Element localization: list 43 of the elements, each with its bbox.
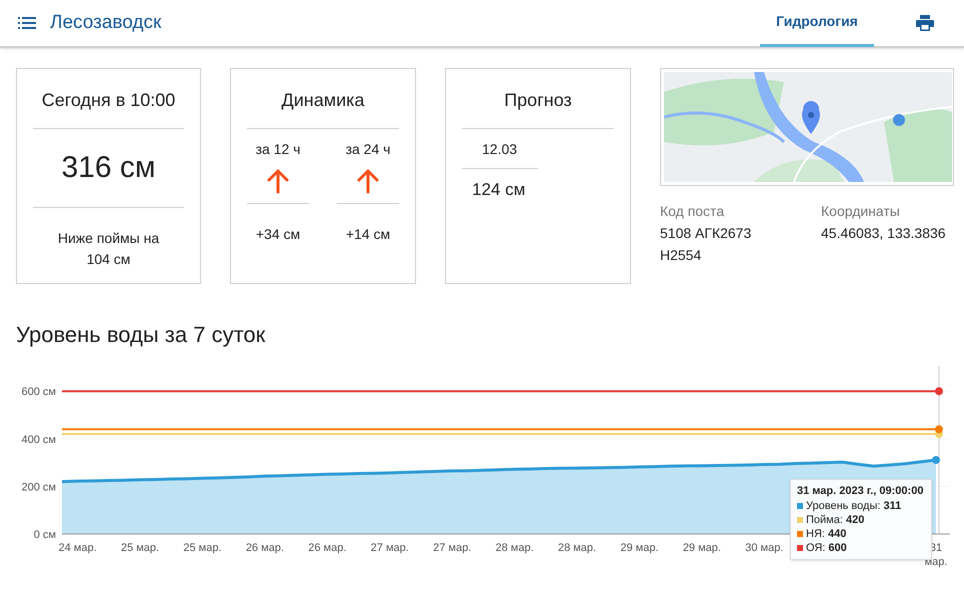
y-axis-label: 600 см: [22, 386, 56, 398]
tooltip-entry: ОЯ: 600: [806, 541, 847, 555]
y-axis-label: 200 см: [22, 481, 56, 494]
forecast-value: 124 см: [472, 179, 526, 201]
coordinates: 45.46083, 133.3836: [821, 224, 946, 243]
menu-icon[interactable]: [18, 17, 36, 29]
x-axis-label: 25 мар.: [120, 542, 160, 554]
x-axis-label: 25 мар.: [183, 542, 222, 554]
period-label: за 12 ч: [256, 140, 300, 159]
nav-tab[interactable]: Гидрология: [760, 0, 874, 47]
card-title: Динамика: [282, 89, 364, 111]
change-value: +14 см: [346, 225, 390, 244]
x-axis-label: 27 мар.: [433, 542, 472, 554]
forecast-date: 12.03: [482, 140, 518, 159]
x-axis-label: 30 мар.: [745, 542, 784, 554]
level-value: 316 см: [61, 150, 156, 186]
data-point: [935, 387, 943, 396]
x-axis-label: 28 мар.: [496, 542, 534, 554]
data-point: [932, 456, 940, 464]
page-title: Лесозаводск: [50, 10, 162, 35]
x-axis-label: 26 мар.: [246, 542, 284, 554]
level-note: Ниже поймы на 104 см: [56, 229, 160, 269]
card-title: Сегодня в 10:00: [42, 89, 176, 111]
y-axis-label: 0 см: [34, 529, 56, 541]
x-axis-label: 24 мар.: [58, 542, 97, 554]
tooltip-entry: Уровень воды: 311: [806, 499, 902, 513]
tooltip-entry: Пойма: 420: [806, 513, 864, 527]
field-label: Координаты: [821, 202, 901, 221]
tooltip-title: 31 мар. 2023 г., 09:00:00: [797, 484, 924, 498]
section-title: Уровень воды за 7 суток: [16, 321, 266, 346]
field-label: Код поста: [660, 202, 726, 221]
period-label: за 24 ч: [346, 140, 390, 159]
x-axis-label: 29 мар.: [620, 542, 659, 554]
print-icon[interactable]: [916, 15, 934, 31]
card-title: Прогноз: [504, 89, 572, 111]
x-axis-label: 29 мар.: [682, 542, 721, 554]
x-axis-label: 28 мар.: [558, 542, 596, 554]
x-axis-label: 26 мар.: [308, 542, 346, 554]
x-axis-label: 27 мар.: [370, 542, 409, 554]
post-code: 5108 АГК2673 Н2554: [660, 224, 752, 265]
tooltip-entry: НЯ: 440: [806, 527, 846, 541]
change-value: +34 см: [256, 225, 300, 244]
y-axis-label: 400 см: [22, 434, 56, 446]
